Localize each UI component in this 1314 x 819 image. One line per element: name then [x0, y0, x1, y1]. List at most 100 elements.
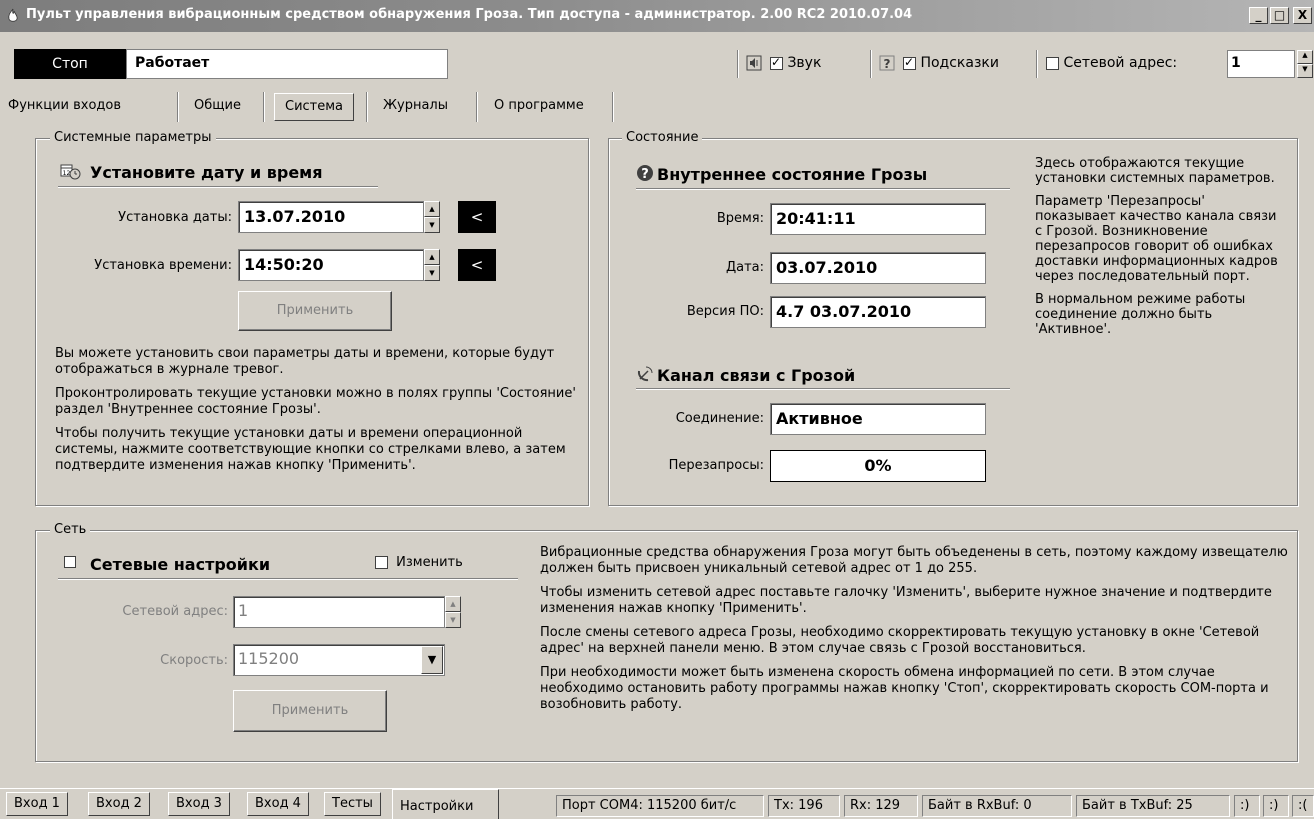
svg-text:?: ? [641, 167, 649, 182]
network-help: Вибрационные средства обнаружения Гроза … [540, 545, 1290, 721]
hints-toggle[interactable]: Подсказки [903, 55, 999, 71]
bottom-divider [0, 788, 1314, 789]
bottom-tab-input4[interactable]: Вход 4 [247, 792, 309, 816]
net-address-checkbox[interactable] [1046, 56, 1059, 70]
system-params-legend: Системные параметры [50, 130, 216, 145]
help-paragraph: Параметр 'Перезапросы' показывает качест… [1035, 194, 1278, 284]
section-divider [58, 578, 518, 580]
sound-checkbox[interactable] [770, 55, 783, 70]
state-legend: Состояние [622, 130, 703, 145]
spin-down-icon[interactable]: ▼ [445, 612, 461, 628]
tab-about[interactable]: О программе [486, 92, 592, 122]
spin-up-icon[interactable]: ▲ [445, 596, 461, 612]
status-rx: Rx: 129 [844, 795, 918, 817]
spin-down-icon[interactable]: ▼ [1297, 64, 1313, 78]
date-set-label: Установка даты: [118, 210, 232, 225]
maximize-button[interactable]: □ [1270, 7, 1289, 24]
time-set-input[interactable]: 14:50:20 [238, 249, 424, 281]
tab-separator [263, 92, 265, 122]
state-date-label: Дата: [725, 260, 764, 275]
calendar-clock-icon: 12 [60, 164, 81, 180]
title-bar: Пульт управления вибрационным средством … [0, 0, 1314, 32]
chevron-down-icon[interactable]: ▼ [421, 646, 443, 674]
svg-text:12: 12 [63, 170, 71, 177]
satellite-dish-icon [637, 366, 653, 382]
toolbar-separator [737, 50, 739, 78]
help-paragraph: Вибрационные средства обнаружения Гроза … [540, 545, 1288, 576]
bottom-tab-tests[interactable]: Тесты [324, 792, 381, 816]
connection-label: Соединение: [675, 411, 764, 426]
help-paragraph: Вы можете установить свои параметры даты… [55, 346, 555, 377]
stop-button[interactable]: Стоп [14, 49, 126, 79]
apply-datetime-button[interactable]: Применить [238, 291, 392, 331]
net-settings-checkbox[interactable] [64, 554, 76, 569]
change-label: Изменить [396, 555, 463, 570]
spin-up-icon[interactable]: ▲ [424, 201, 440, 217]
net-address-set-input[interactable]: 1 [233, 596, 445, 628]
flame-icon [8, 8, 18, 22]
tab-general[interactable]: Общие [186, 92, 249, 122]
help-paragraph: Чтобы изменить сетевой адрес поставьте г… [540, 585, 1272, 616]
help-paragraph: После смены сетевого адреса Грозы, необх… [540, 625, 1260, 656]
tab-separator [476, 92, 478, 122]
status-indicator-2: :) [1263, 795, 1289, 817]
status-txbuf: Байт в TxBuf: 25 [1076, 795, 1230, 817]
net-address-spinner[interactable]: ▲ ▼ [1297, 50, 1313, 78]
bottom-tab-input2[interactable]: Вход 2 [88, 792, 150, 816]
bottom-tab-settings[interactable]: Настройки [392, 789, 499, 819]
toolbar-separator [870, 50, 872, 78]
hints-label: Подсказки [920, 55, 999, 71]
speed-select[interactable]: 115200 ▼ [233, 644, 445, 676]
internal-state-title: Внутреннее состояние Грозы [657, 165, 928, 184]
state-time-label: Время: [716, 211, 764, 226]
bottom-tab-input1[interactable]: Вход 1 [6, 792, 68, 816]
net-address-toggle[interactable]: Сетевой адрес: [1046, 55, 1177, 71]
tab-input-functions[interactable]: Функции входов [0, 92, 129, 122]
spin-up-icon[interactable]: ▲ [424, 249, 440, 265]
svg-text:?: ? [884, 57, 891, 71]
hints-checkbox[interactable] [903, 55, 916, 70]
get-system-time-button[interactable]: < [458, 249, 496, 281]
tab-separator [366, 92, 368, 122]
date-set-input[interactable]: 13.07.2010 [238, 201, 424, 233]
time-spinner[interactable]: ▲ ▼ [424, 249, 440, 281]
spin-down-icon[interactable]: ▼ [424, 217, 440, 233]
net-address-input[interactable]: 1 [1227, 50, 1295, 78]
connection-field: Активное [770, 403, 986, 435]
system-params-help: Вы можете установить свои параметры даты… [55, 346, 585, 482]
status-field: Работает [126, 49, 448, 79]
bottom-tab-input3[interactable]: Вход 3 [168, 792, 230, 816]
status-indicator-3: :( [1292, 795, 1314, 817]
net-address-label: Сетевой адрес: [1063, 55, 1178, 71]
spin-down-icon[interactable]: ▼ [424, 265, 440, 281]
checkbox-icon[interactable] [64, 555, 76, 568]
tab-system[interactable]: Система [274, 93, 355, 121]
tab-separator [177, 92, 179, 122]
status-tx: Tx: 196 [768, 795, 840, 817]
tab-journals[interactable]: Журналы [375, 92, 456, 122]
minimize-button[interactable]: _ [1249, 7, 1268, 24]
help-paragraph: Здесь отображаются текущие установки сис… [1035, 156, 1275, 186]
state-date-field: 03.07.2010 [770, 252, 986, 284]
network-legend: Сеть [50, 522, 91, 537]
requeries-field: 0% [770, 450, 986, 482]
close-button[interactable]: X [1293, 7, 1312, 24]
sound-toggle[interactable]: Звук [770, 55, 821, 71]
help-icon: ? [879, 55, 895, 71]
change-checkbox[interactable] [375, 556, 388, 569]
state-time-field: 20:41:11 [770, 203, 986, 235]
firmware-version-label: Версия ПО: [686, 304, 764, 319]
speed-label: Скорость: [160, 653, 228, 668]
status-port: Порт COM4: 115200 бит/с [556, 795, 764, 817]
get-system-date-button[interactable]: < [458, 201, 496, 233]
apply-network-button[interactable]: Применить [233, 690, 387, 732]
sound-label: Звук [787, 55, 822, 71]
firmware-version-field: 4.7 03.07.2010 [770, 296, 986, 328]
date-spinner[interactable]: ▲ ▼ [424, 201, 440, 233]
net-address-set-spinner[interactable]: ▲ ▼ [445, 596, 461, 628]
tab-separator [612, 92, 614, 122]
time-set-label: Установка времени: [94, 258, 232, 273]
change-toggle[interactable]: Изменить [375, 555, 463, 570]
spin-up-icon[interactable]: ▲ [1297, 50, 1313, 64]
section-divider [636, 188, 1010, 190]
